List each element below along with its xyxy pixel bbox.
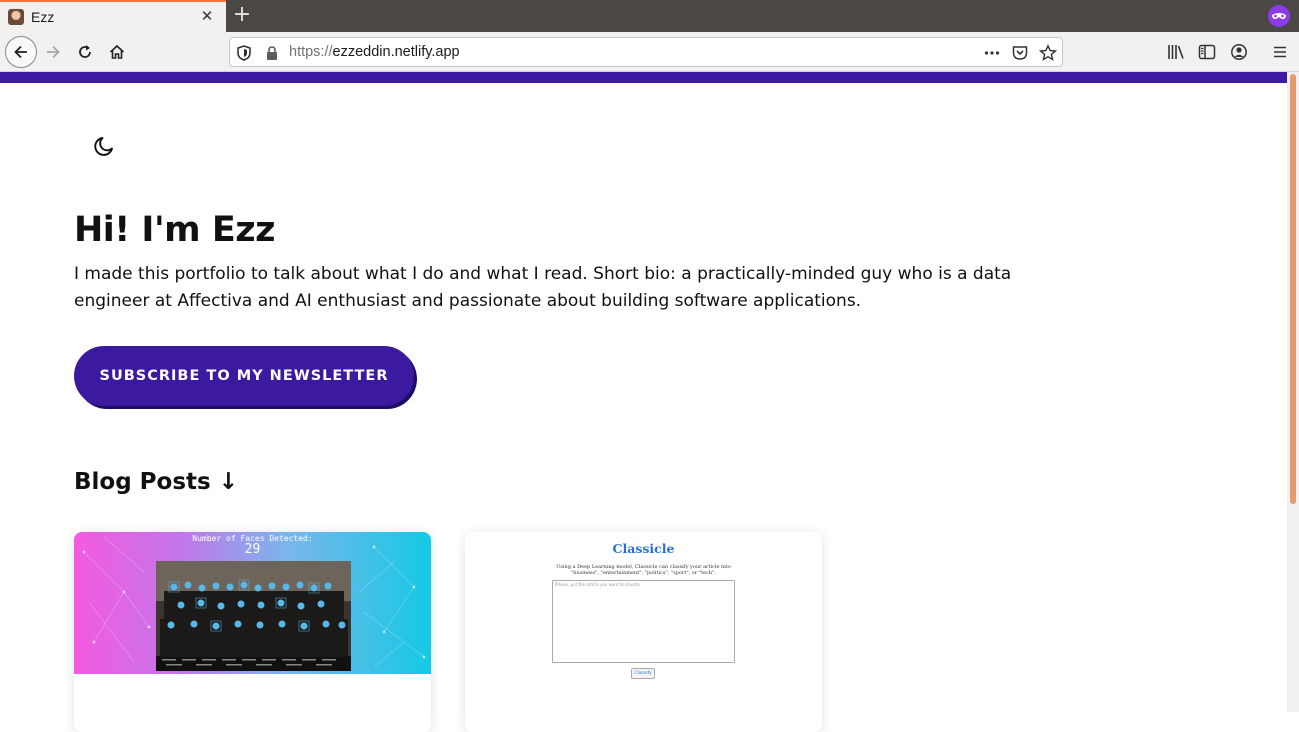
navigation-toolbar: https://ezzeddin.netlify.app [0,32,1299,72]
classicle-app-description: Using a Deep Learning model, Classicle c… [556,564,731,576]
home-icon [109,44,125,59]
url-host: ezzeddin.netlify.app [332,44,460,60]
tab-title: Ezz [31,9,55,25]
scrollbar[interactable] [1287,72,1299,712]
more-icon[interactable] [983,44,1001,62]
hero-title: Hi! I'm Ezz [74,210,275,250]
forward-icon [47,45,60,59]
tab-bar: Ezz ✕ + [0,0,1299,32]
pocket-icon[interactable] [1011,44,1029,62]
page-accent-bar [0,72,1287,83]
scrollbar-thumb[interactable] [1290,74,1296,504]
lock-icon[interactable] [263,44,281,62]
address-bar[interactable]: https://ezzeddin.netlify.app [229,37,1063,67]
bookmark-star-icon[interactable] [1039,44,1057,62]
back-icon [14,45,27,59]
blog-post-card[interactable]: Number of Faces Detected: 29 [74,532,431,732]
favicon-icon [8,9,24,25]
reload-icon [79,45,91,58]
classicle-article-textarea: Please, put the article you want to clas… [552,580,735,663]
close-tab-icon[interactable]: ✕ [198,7,216,25]
blog-post-card[interactable]: Classicle Using a Deep Learning model, C… [465,532,822,732]
home-button[interactable] [103,38,131,66]
shield-icon[interactable] [235,44,253,62]
reload-button[interactable] [71,38,99,66]
group-photo [156,561,351,671]
active-tab[interactable]: Ezz ✕ [0,0,226,32]
private-browsing-icon[interactable] [1268,5,1290,27]
classicle-textarea-placeholder: Please, put the article you want to clas… [555,582,640,587]
account-icon[interactable] [1229,42,1249,62]
classicle-app-title: Classicle [612,541,675,556]
new-tab-button[interactable]: + [231,4,253,26]
blog-posts-heading: Blog Posts ↓ [74,469,238,495]
library-icon[interactable] [1166,42,1186,62]
moon-icon [94,137,113,156]
classicle-classify-button: Classify [631,668,655,679]
face-detection-thumbnail: Number of Faces Detected: 29 [74,532,431,674]
url-text[interactable]: https://ezzeddin.netlify.app [289,44,460,60]
sidebar-icon[interactable] [1197,42,1217,62]
subscribe-newsletter-button[interactable]: SUBSCRIBE TO MY NEWSLETTER [74,346,414,406]
dark-mode-toggle[interactable] [92,134,116,158]
url-protocol: https:// [289,44,333,60]
forward-button[interactable] [39,38,67,66]
faces-detected-count: 29 [244,542,261,557]
hero-bio: I made this portfolio to talk about what… [74,264,1012,311]
menu-icon[interactable] [1270,42,1290,62]
back-button[interactable] [5,36,37,68]
